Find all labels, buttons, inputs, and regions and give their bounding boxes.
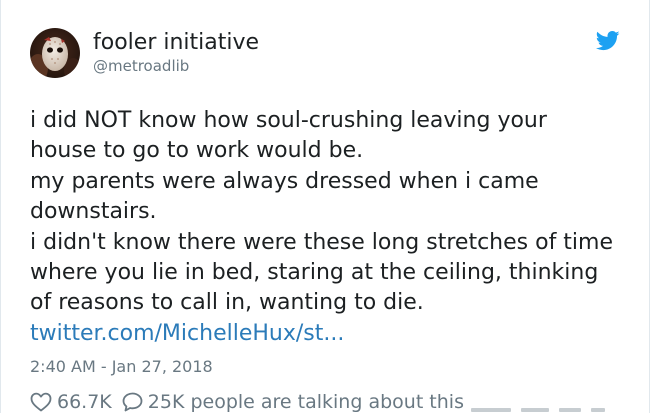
speech-bubble-icon — [122, 392, 143, 412]
cropped-footer-text — [471, 408, 611, 413]
tweet-timestamp[interactable]: 2:40 AM - Jan 27, 2018 — [30, 356, 213, 378]
masked-face-avatar — [30, 28, 80, 78]
avatar[interactable] — [30, 28, 80, 78]
talking-count: 25K people are talking about this — [147, 391, 464, 413]
user-handle[interactable]: @metroadlib — [93, 57, 189, 75]
tweet-line: i didn't know there were these long stre… — [30, 229, 614, 255]
heart-icon — [30, 392, 52, 412]
twitter-bird-icon[interactable] — [596, 31, 620, 51]
tweet-line: house to go to work would be. — [30, 138, 364, 164]
tweet-line: my parents were always dressed when i ca… — [30, 168, 539, 194]
tweet-line: i did NOT know how soul-crushing leaving… — [30, 108, 547, 133]
conversation-action[interactable]: 25K people are talking about this — [112, 391, 464, 413]
tweet-text: i did NOT know how soul-crushing leaving… — [30, 106, 635, 349]
display-name[interactable]: fooler initiative — [93, 29, 259, 57]
like-count: 66.7K — [57, 391, 112, 413]
tweet-line: of reasons to call in, wanting to die. — [30, 290, 424, 316]
tweet-link[interactable]: twitter.com/MichelleHux/st... — [30, 319, 635, 349]
tweet-actions: 66.7K 25K people are talking about this — [30, 389, 464, 413]
tweet-line: where you lie in bed, staring at the cei… — [30, 260, 599, 286]
like-action[interactable]: 66.7K — [30, 391, 112, 413]
tweet-card: fooler initiative @metroadlib i did NOT … — [0, 0, 650, 413]
tweet-line: downstairs. — [30, 199, 157, 225]
